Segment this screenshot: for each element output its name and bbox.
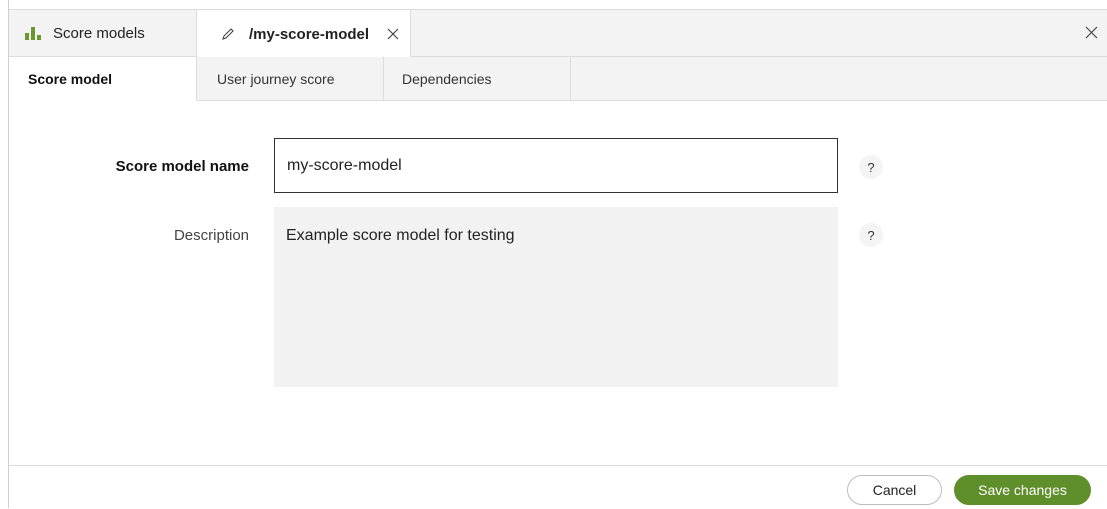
cancel-button[interactable]: Cancel [847,475,942,505]
tab-score-models[interactable]: Score models [9,10,197,57]
description-help-icon[interactable]: ? [859,223,883,247]
tab-dependencies[interactable]: Dependencies [384,57,571,101]
window-close-icon[interactable] [1085,26,1098,39]
tab-edit-score-model[interactable]: /my-score-model [197,10,411,58]
tab-score-models-label: Score models [53,25,145,42]
bar-chart-icon [25,27,41,40]
tab-user-journey-score[interactable]: User journey score [197,57,384,101]
name-help-icon[interactable]: ? [859,155,883,179]
top-tab-bar: Score models /my-score-model [9,9,1107,58]
editor-window: Score models /my-score-model Score model… [8,0,1107,508]
tab-score-model[interactable]: Score model [9,57,197,101]
footer-bar: Cancel Save changes [9,465,1107,509]
description-label: Description [173,227,249,244]
score-model-name-input[interactable] [274,138,838,193]
sub-tab-bar: Score model User journey score Dependenc… [9,57,1107,101]
save-changes-button[interactable]: Save changes [954,475,1091,505]
pencil-icon [221,27,235,41]
score-model-name-label: Score model name [115,158,249,175]
description-textarea[interactable]: Example score model for testing [274,207,838,387]
close-icon[interactable] [387,28,399,40]
tab-edit-label: /my-score-model [249,25,370,43]
